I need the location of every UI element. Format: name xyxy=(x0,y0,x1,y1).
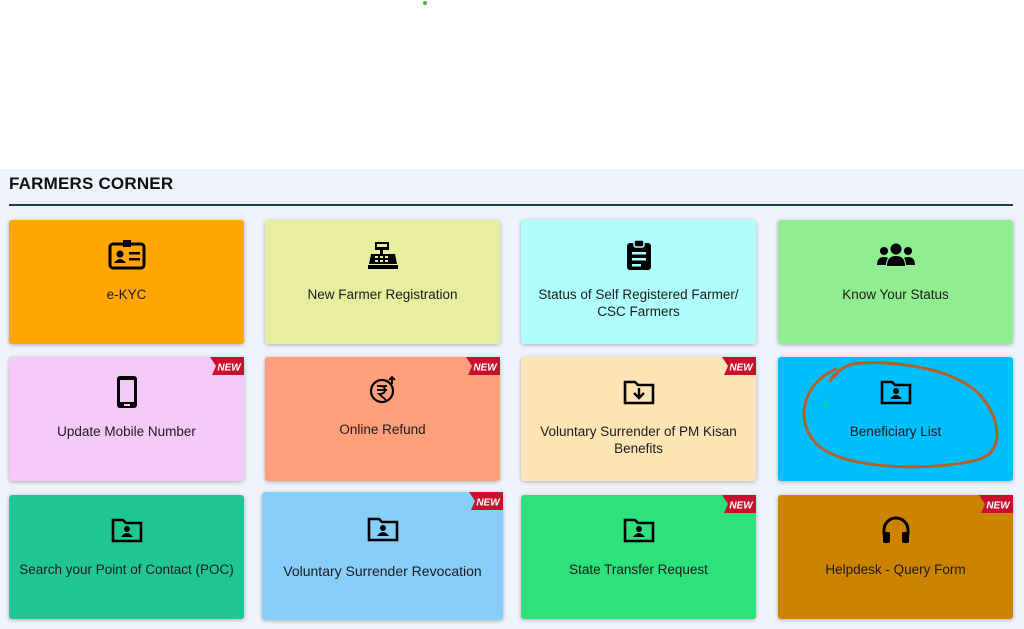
users-icon xyxy=(778,238,1013,272)
folder-user-icon xyxy=(778,375,1013,409)
card-status-self-registered[interactable]: Status of Self Registered Farmer/ CSC Fa… xyxy=(521,220,756,344)
new-badge-text: NEW xyxy=(986,501,1011,512)
new-badge-text: NEW xyxy=(476,498,501,509)
card-label: Know Your Status xyxy=(842,287,949,302)
card-update-mobile-number[interactable]: Update Mobile Number NEW xyxy=(9,357,244,481)
new-badge-text: NEW xyxy=(729,363,754,374)
green-dot xyxy=(423,1,427,5)
folder-user-icon xyxy=(262,512,503,546)
folder-user-icon xyxy=(521,513,756,547)
card-label: Search your Point of Contact (POC) xyxy=(19,562,234,577)
card-know-your-status[interactable]: Know Your Status xyxy=(778,220,1013,344)
card-label: Voluntary Surrender Revocation xyxy=(283,563,482,579)
new-badge-text: NEW xyxy=(729,501,754,512)
card-label: State Transfer Request xyxy=(569,562,708,577)
card-beneficiary-list[interactable]: Beneficiary List xyxy=(778,357,1013,481)
card-label: Update Mobile Number xyxy=(57,424,196,439)
folder-download-icon xyxy=(521,375,756,409)
card-label: Online Refund xyxy=(339,422,426,437)
card-label: Voluntary Surrender of PM Kisan Benefits xyxy=(540,424,737,456)
new-badge: NEW xyxy=(210,357,244,379)
card-online-refund[interactable]: Online Refund NEW xyxy=(265,357,500,481)
card-new-farmer-registration[interactable]: New Farmer Registration xyxy=(265,220,500,344)
card-voluntary-surrender[interactable]: Voluntary Surrender of PM Kisan Benefits… xyxy=(521,357,756,481)
new-badge: NEW xyxy=(979,495,1013,517)
new-badge: NEW xyxy=(722,495,756,517)
folder-user-icon xyxy=(9,513,244,547)
new-badge: NEW xyxy=(469,492,503,514)
section-heading: FARMERS CORNER xyxy=(9,174,174,193)
card-helpdesk-query-form[interactable]: Helpdesk - Query Form NEW xyxy=(778,495,1013,619)
card-label: e-KYC xyxy=(106,287,147,302)
new-badge-text: NEW xyxy=(473,363,498,374)
id-card-icon xyxy=(9,238,244,272)
card-label: New Farmer Registration xyxy=(307,287,458,302)
card-label: Helpdesk - Query Form xyxy=(825,562,966,577)
rupee-refund-icon xyxy=(265,373,500,407)
headphones-icon xyxy=(778,513,1013,547)
cash-register-icon xyxy=(265,238,500,272)
card-label: Status of Self Registered Farmer/ CSC Fa… xyxy=(538,287,739,319)
card-state-transfer-request[interactable]: State Transfer Request NEW xyxy=(521,495,756,619)
new-badge: NEW xyxy=(466,357,500,379)
heading-underline xyxy=(9,204,1013,206)
new-badge: NEW xyxy=(722,357,756,379)
card-voluntary-surrender-revocation[interactable]: Voluntary Surrender Revocation NEW xyxy=(262,492,503,620)
clipboard-list-icon xyxy=(521,238,756,272)
mobile-phone-icon xyxy=(9,375,244,409)
card-ekyc[interactable]: e-KYC xyxy=(9,220,244,344)
card-label: Beneficiary List xyxy=(849,424,942,439)
card-search-poc[interactable]: Search your Point of Contact (POC) xyxy=(9,495,244,619)
new-badge-text: NEW xyxy=(217,363,242,374)
